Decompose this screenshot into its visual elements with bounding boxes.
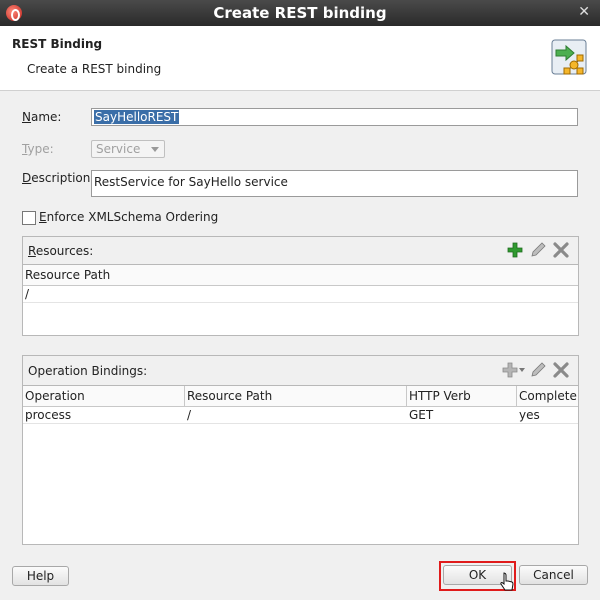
rest-binding-icon: [551, 39, 587, 75]
operations-table: Operation Resource Path HTTP Verb Comple…: [23, 385, 578, 544]
resources-toolbar: [506, 241, 570, 259]
type-value: Service: [96, 142, 141, 156]
delete-icon[interactable]: [552, 241, 570, 259]
description-label: Description:: [22, 171, 95, 185]
column-header-operation[interactable]: Operation: [23, 386, 185, 406]
type-label: Type:: [22, 142, 54, 156]
description-input[interactable]: RestService for SayHello service: [91, 170, 578, 197]
column-header-resource-path[interactable]: Resource Path: [23, 265, 578, 285]
name-input[interactable]: SayHelloREST: [91, 108, 578, 126]
add-icon[interactable]: [506, 241, 524, 259]
resource-path-cell: /: [187, 408, 192, 422]
column-header-http-verb[interactable]: HTTP Verb: [407, 386, 517, 406]
help-button[interactable]: Help: [12, 566, 69, 586]
resources-table-header: Resource Path: [23, 265, 578, 286]
operation-bindings-title: Operation Bindings:: [28, 364, 148, 378]
operations-table-header: Operation Resource Path HTTP Verb Comple…: [23, 386, 578, 407]
type-select: Service: [91, 140, 165, 158]
header-subtitle: Create a REST binding: [27, 62, 162, 76]
create-rest-binding-dialog: Create REST binding ✕ REST Binding Creat…: [0, 0, 600, 600]
dialog-header: REST Binding Create a REST binding: [0, 26, 600, 91]
resources-title: Resources:: [28, 244, 94, 258]
column-header-complete[interactable]: Complete: [517, 386, 578, 406]
close-icon[interactable]: ✕: [578, 4, 590, 20]
column-header-resource-path[interactable]: Resource Path: [185, 386, 407, 406]
mouse-cursor-icon: [500, 572, 514, 591]
http-verb-cell: GET: [409, 408, 434, 422]
operations-toolbar: [502, 361, 570, 379]
window-title: Create REST binding: [213, 4, 387, 22]
add-dropdown-icon[interactable]: [502, 361, 520, 379]
edit-pencil-icon[interactable]: [529, 241, 547, 259]
cancel-button[interactable]: Cancel: [519, 565, 588, 585]
resources-panel: Resources: Resource Path /: [22, 236, 579, 336]
edit-pencil-icon[interactable]: [529, 361, 547, 379]
description-value: RestService for SayHello service: [94, 175, 288, 189]
table-row[interactable]: process / GET yes: [23, 407, 578, 424]
resource-path-cell: /: [25, 287, 30, 301]
operation-cell: process: [25, 408, 72, 422]
table-row[interactable]: /: [23, 286, 578, 303]
name-label: Name:: [22, 110, 62, 124]
header-title: REST Binding: [12, 37, 103, 51]
enforce-xmlschema-checkbox[interactable]: [22, 211, 36, 225]
delete-icon[interactable]: [552, 361, 570, 379]
chevron-down-icon[interactable]: [519, 368, 525, 373]
complete-cell: yes: [519, 408, 540, 422]
operation-bindings-panel: Operation Bindings: Operation Resource P…: [22, 355, 579, 545]
title-bar: Create REST binding ✕: [0, 0, 600, 26]
name-value: SayHelloREST: [94, 110, 180, 124]
chevron-down-icon: [151, 147, 159, 152]
resources-table: Resource Path /: [23, 264, 578, 335]
enforce-xmlschema-label: Enforce XMLSchema Ordering: [39, 210, 219, 224]
